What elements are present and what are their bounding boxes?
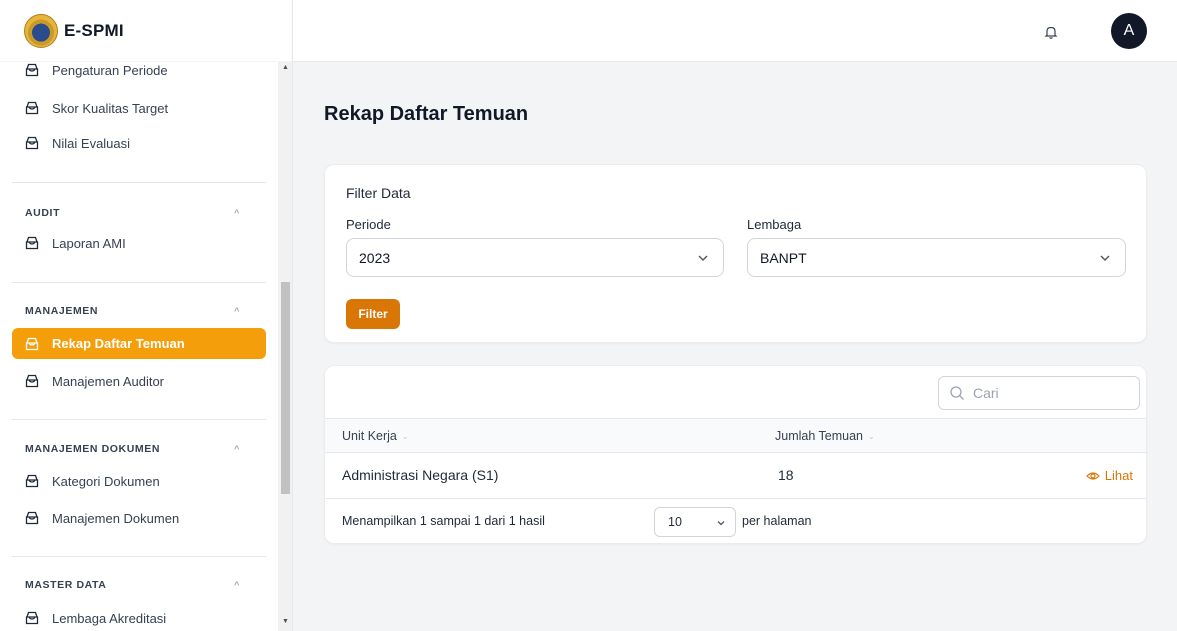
section-manajemen[interactable]: MANAJEMEN ^ bbox=[25, 305, 240, 317]
sidebar-item-skor-kualitas-target[interactable]: Skor Kualitas Target bbox=[12, 93, 266, 123]
sidebar-divider bbox=[12, 182, 266, 183]
cell-unit-kerja: Administrasi Negara (S1) bbox=[342, 467, 499, 483]
sidebar-divider bbox=[12, 282, 266, 283]
table-footer: Menampilkan 1 sampai 1 dari 1 hasil 10 p… bbox=[325, 499, 1146, 543]
sidebar-divider bbox=[12, 556, 266, 557]
sidebar-item-label: Manajemen Auditor bbox=[52, 373, 165, 389]
section-title: MASTER DATA bbox=[25, 579, 107, 591]
app-name: E-SPMI bbox=[64, 20, 124, 40]
chevron-up-icon: ^ bbox=[234, 306, 240, 316]
column-label: Jumlah Temuan bbox=[775, 429, 864, 443]
filter-heading: Filter Data bbox=[346, 185, 411, 201]
table-row: Administrasi Negara (S1) 18 Lihat bbox=[325, 453, 1146, 499]
section-audit[interactable]: AUDIT ^ bbox=[25, 207, 240, 219]
page-title: Rekap Daftar Temuan bbox=[324, 103, 529, 125]
university-seal-logo bbox=[24, 13, 58, 48]
scroll-up-arrow-icon[interactable]: ▲ bbox=[281, 64, 290, 71]
column-jumlah-temuan[interactable]: Jumlah Temuan ⌄ bbox=[775, 429, 875, 443]
chevron-up-icon: ^ bbox=[234, 208, 240, 218]
sort-icon: ⌄ bbox=[401, 431, 409, 441]
folder-icon bbox=[25, 236, 39, 250]
folder-icon bbox=[25, 511, 39, 525]
folder-icon bbox=[25, 611, 39, 625]
folder-icon bbox=[25, 136, 39, 150]
scrollbar-thumb[interactable] bbox=[281, 282, 290, 494]
filter-card: Filter Data Periode 2023 Lembaga BANPT F… bbox=[324, 164, 1147, 343]
sidebar-item-label: Skor Kualitas Target bbox=[52, 100, 169, 116]
column-label: Unit Kerja bbox=[342, 429, 397, 443]
periode-select[interactable]: 2023 bbox=[346, 238, 724, 277]
sidebar-item-manajemen-auditor[interactable]: Manajemen Auditor bbox=[12, 366, 266, 396]
search-icon bbox=[950, 386, 964, 400]
folder-icon bbox=[25, 337, 39, 350]
sidebar-item-label: Rekap Daftar Temuan bbox=[52, 336, 185, 351]
folder-icon bbox=[25, 101, 39, 115]
sidebar-item-label: Kategori Dokumen bbox=[52, 473, 160, 489]
sidebar-item-label: Nilai Evaluasi bbox=[52, 135, 131, 151]
sidebar-divider bbox=[12, 419, 266, 420]
lihat-link[interactable]: Lihat bbox=[1085, 468, 1133, 483]
top-header: A bbox=[293, 0, 1177, 62]
lembaga-label: Lembaga bbox=[747, 217, 802, 232]
folder-icon bbox=[25, 63, 39, 77]
per-page-label: per halaman bbox=[742, 514, 812, 528]
section-title: AUDIT bbox=[25, 207, 61, 219]
sidebar-nav: Pengaturan Periode Skor Kualitas Target … bbox=[0, 62, 278, 631]
scroll-down-arrow-icon[interactable]: ▼ bbox=[281, 618, 290, 625]
search-input[interactable]: Cari bbox=[938, 376, 1140, 410]
chevron-up-icon: ^ bbox=[234, 444, 240, 454]
cell-jumlah-temuan: 18 bbox=[778, 467, 794, 483]
sidebar-item-laporan-ami[interactable]: Laporan AMI bbox=[12, 228, 266, 258]
search-placeholder: Cari bbox=[973, 385, 999, 401]
periode-label: Periode bbox=[346, 217, 391, 232]
periode-value: 2023 bbox=[359, 249, 391, 266]
per-page-select[interactable]: 10 bbox=[654, 507, 736, 537]
folder-icon bbox=[25, 474, 39, 488]
sidebar-item-lembaga-akreditasi[interactable]: Lembaga Akreditasi bbox=[12, 603, 266, 631]
section-master-data[interactable]: MASTER DATA ^ bbox=[25, 579, 240, 591]
brand[interactable]: E-SPMI bbox=[0, 0, 292, 62]
bell-icon[interactable] bbox=[1043, 24, 1059, 40]
sidebar-item-label: Manajemen Dokumen bbox=[52, 510, 180, 526]
results-table-card: Cari Unit Kerja ⌄ Jumlah Temuan ⌄ Administ… bbox=[324, 365, 1147, 544]
lembaga-select[interactable]: BANPT bbox=[747, 238, 1126, 277]
chevron-down-icon bbox=[698, 255, 708, 261]
eye-icon bbox=[1085, 471, 1100, 480]
folder-icon bbox=[25, 374, 39, 388]
section-title: MANAJEMEN DOKUMEN bbox=[25, 443, 161, 455]
sidebar-item-pengaturan-periode[interactable]: Pengaturan Periode bbox=[12, 62, 266, 85]
avatar[interactable]: A bbox=[1111, 13, 1147, 49]
column-unit-kerja[interactable]: Unit Kerja ⌄ bbox=[342, 429, 409, 443]
sidebar-scrollbar[interactable]: ▲ ▼ bbox=[278, 62, 292, 631]
section-manajemen-dokumen[interactable]: MANAJEMEN DOKUMEN ^ bbox=[25, 443, 240, 455]
lihat-label: Lihat bbox=[1104, 468, 1133, 483]
sidebar-item-label: Laporan AMI bbox=[52, 235, 126, 251]
sort-icon: ⌄ bbox=[868, 431, 875, 441]
sidebar-item-kategori-dokumen[interactable]: Kategori Dokumen bbox=[12, 466, 266, 496]
chevron-down-icon bbox=[1100, 255, 1110, 261]
sidebar-item-nilai-evaluasi[interactable]: Nilai Evaluasi bbox=[12, 128, 266, 158]
sidebar: E-SPMI Pengaturan Periode Skor Kualitas … bbox=[0, 0, 293, 631]
section-title: MANAJEMEN bbox=[25, 305, 99, 317]
sidebar-item-rekap-daftar-temuan[interactable]: Rekap Daftar Temuan bbox=[12, 328, 266, 359]
sidebar-item-label: Pengaturan Periode bbox=[52, 62, 168, 78]
filter-button[interactable]: Filter bbox=[346, 299, 400, 329]
sidebar-item-label: Lembaga Akreditasi bbox=[52, 610, 167, 626]
sidebar-item-manajemen-dokumen[interactable]: Manajemen Dokumen bbox=[12, 503, 266, 533]
chevron-up-icon: ^ bbox=[234, 580, 240, 590]
pagination-summary: Menampilkan 1 sampai 1 dari 1 hasil bbox=[342, 514, 545, 528]
per-page-value: 10 bbox=[668, 515, 682, 529]
chevron-down-icon bbox=[717, 521, 725, 526]
lembaga-value: BANPT bbox=[760, 249, 807, 266]
table-header: Unit Kerja ⌄ Jumlah Temuan ⌄ bbox=[325, 418, 1146, 453]
